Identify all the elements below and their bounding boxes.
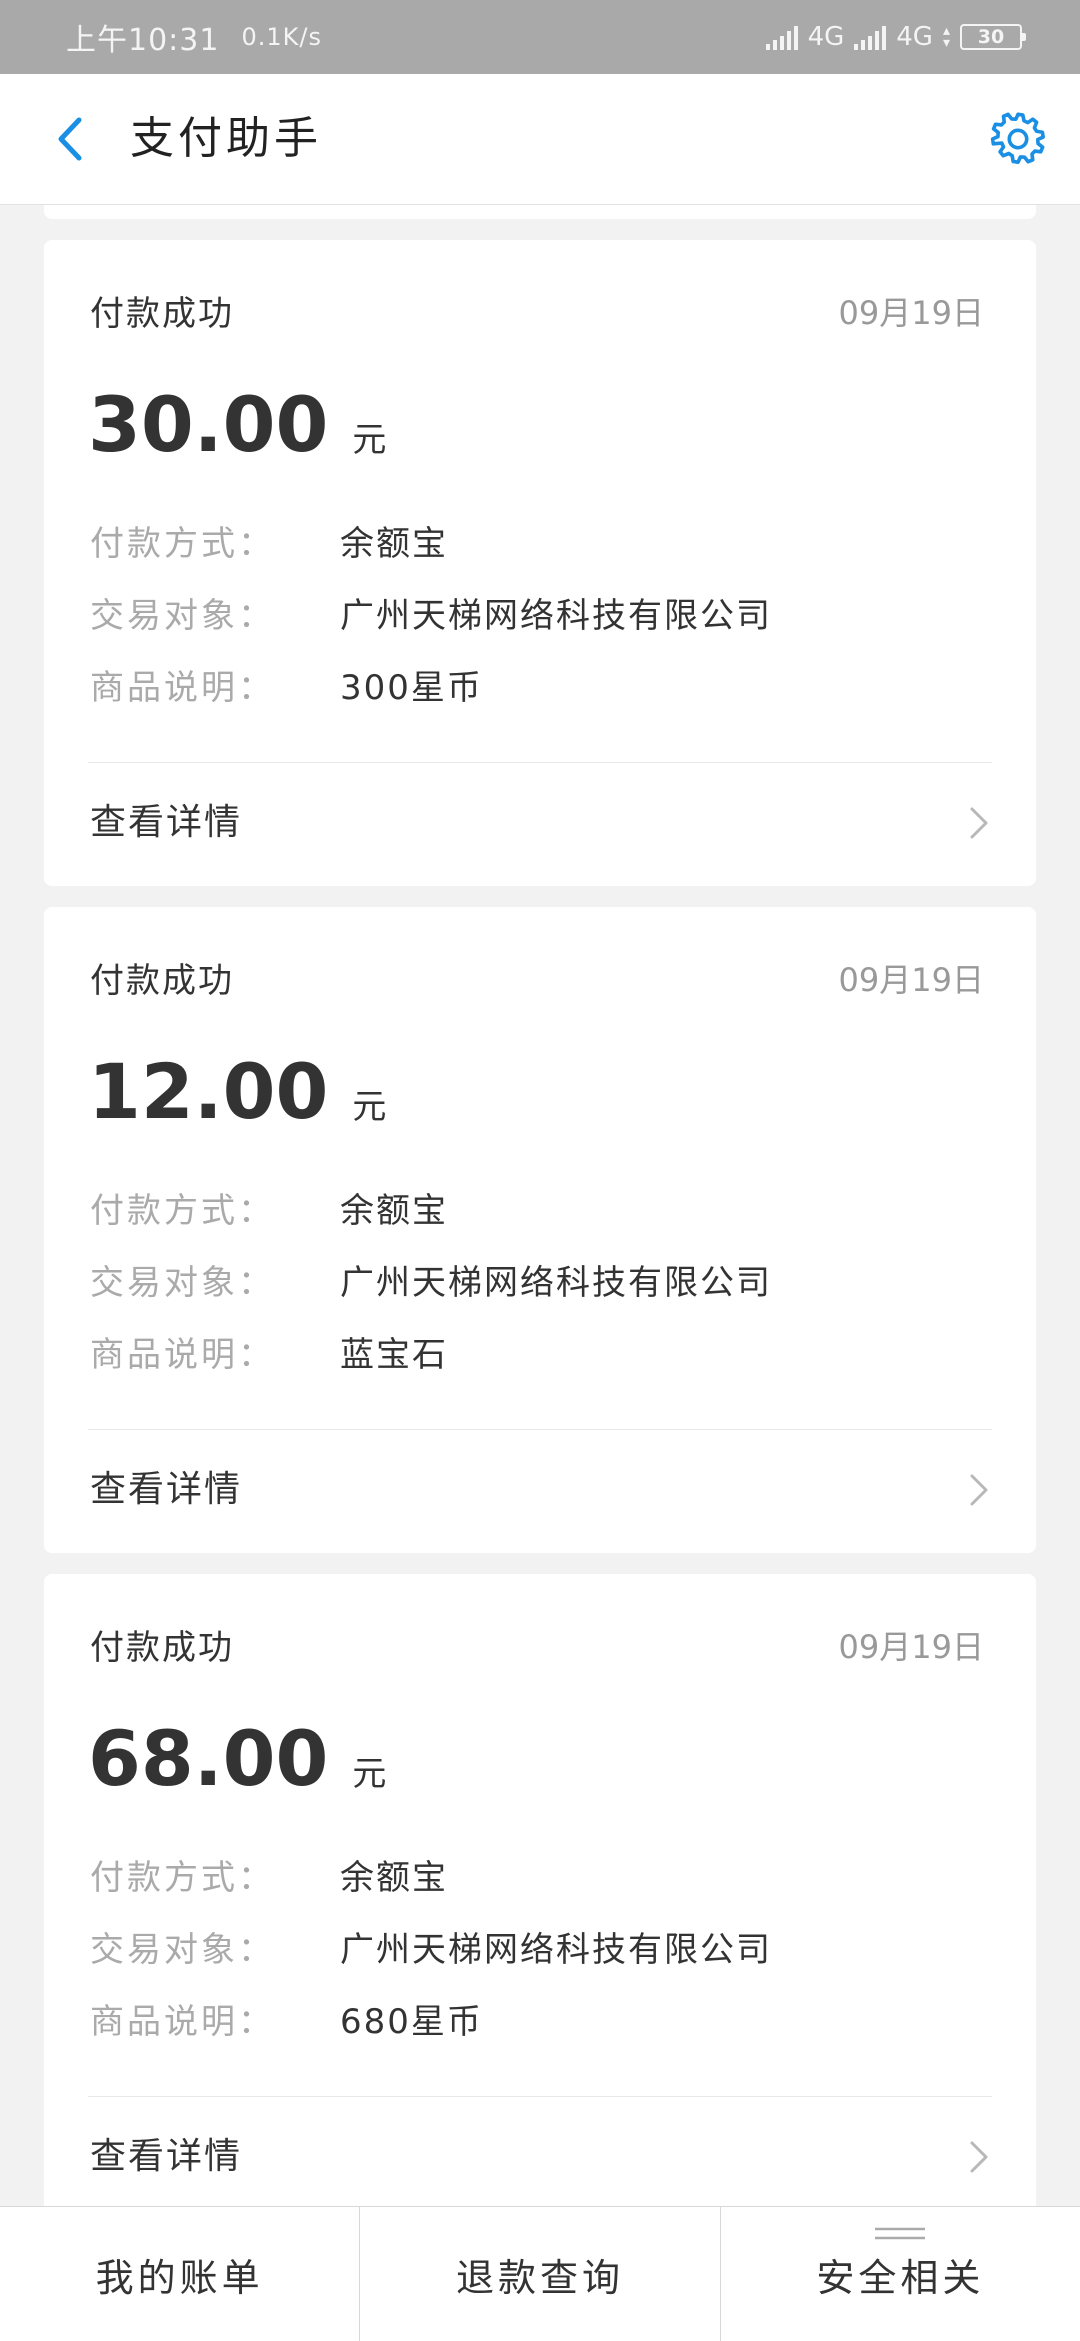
status-bar: 上午10:31 0.1K/s 4G 4G ▴ ▾ 30 [0, 0, 1080, 74]
payment-method-label: 付款方式： [90, 524, 275, 564]
transaction-status: 付款成功 [90, 961, 234, 1001]
counterparty-value: 广州天梯网络科技有限公司 [340, 1263, 772, 1303]
product-value: 300星币 [340, 668, 483, 708]
chevron-left-icon [58, 117, 82, 161]
tab-my-bills[interactable]: 我的账单 [0, 2207, 361, 2341]
gear-icon [990, 112, 1045, 165]
view-details-link[interactable]: 查看详情 [44, 2097, 1036, 2220]
payment-method-row: 付款方式： 余额宝 [90, 1183, 448, 1232]
transaction-status: 付款成功 [90, 1628, 234, 1668]
bottom-tab-bar: 我的账单 退款查询 安全相关 [0, 2206, 1080, 2341]
settings-button[interactable] [986, 107, 1050, 171]
transaction-card: 付款成功 09月19日 68.00 元 付款方式： 余额宝 交易对象： 广州天梯… [44, 1574, 1036, 2220]
counterparty-row: 交易对象： 广州天梯网络科技有限公司 [90, 1255, 772, 1304]
view-details-label: 查看详情 [90, 1469, 243, 1510]
payment-method-value: 余额宝 [340, 524, 448, 564]
counterparty-row: 交易对象： 广州天梯网络科技有限公司 [90, 1922, 772, 1971]
transaction-date: 09月19日 [838, 1628, 984, 1666]
product-label: 商品说明： [90, 2002, 275, 2042]
amount-value: 68.00 [88, 1714, 329, 1803]
transaction-date: 09月19日 [838, 961, 984, 999]
previous-card-edge [44, 205, 1036, 219]
view-details-label: 查看详情 [90, 802, 243, 843]
signal-icon [765, 24, 798, 50]
amount-unit: 元 [352, 1087, 387, 1127]
data-transfer-icon: ▴ ▾ [942, 23, 950, 51]
product-label: 商品说明： [90, 668, 275, 708]
status-network-speed: 0.1K/s [241, 23, 322, 51]
transaction-amount: 12.00 元 [88, 1047, 386, 1136]
tab-label: 我的账单 [95, 2255, 264, 2300]
page-title: 支付助手 [130, 113, 322, 164]
chevron-right-icon [970, 2141, 988, 2173]
tab-label: 安全相关 [816, 2255, 985, 2300]
network-type-1: 4G [807, 22, 845, 52]
transaction-status: 付款成功 [90, 294, 234, 334]
counterparty-value: 广州天梯网络科技有限公司 [340, 1930, 772, 1970]
counterparty-label: 交易对象： [90, 1930, 275, 1970]
amount-value: 12.00 [88, 1047, 329, 1136]
chevron-right-icon [970, 807, 988, 839]
payment-method-row: 付款方式： 余额宝 [90, 516, 448, 565]
counterparty-label: 交易对象： [90, 1263, 275, 1303]
product-label: 商品说明： [90, 1335, 275, 1375]
counterparty-row: 交易对象： 广州天梯网络科技有限公司 [90, 588, 772, 637]
product-row: 商品说明： 300星币 [90, 660, 483, 709]
payment-method-label: 付款方式： [90, 1191, 275, 1231]
battery-icon: 30 [960, 24, 1026, 50]
tab-security[interactable]: 安全相关 [721, 2207, 1080, 2341]
product-row: 商品说明： 蓝宝石 [90, 1327, 448, 1376]
transaction-date: 09月19日 [838, 294, 984, 332]
back-button[interactable] [40, 109, 100, 169]
product-value: 680星币 [340, 2002, 483, 2042]
amount-unit: 元 [352, 1754, 387, 1794]
transaction-amount: 30.00 元 [88, 380, 386, 469]
payment-method-row: 付款方式： 余额宝 [90, 1850, 448, 1899]
product-row: 商品说明： 680星币 [90, 1994, 483, 2043]
payment-method-value: 余额宝 [340, 1858, 448, 1898]
transaction-card: 付款成功 09月19日 12.00 元 付款方式： 余额宝 交易对象： 广州天梯… [44, 907, 1036, 1553]
payment-method-label: 付款方式： [90, 1858, 275, 1898]
menu-icon [875, 2227, 926, 2240]
app-header: 支付助手 [0, 74, 1080, 205]
transaction-card: 付款成功 09月19日 30.00 元 付款方式： 余额宝 交易对象： 广州天梯… [44, 240, 1036, 886]
amount-value: 30.00 [88, 380, 329, 469]
tab-refund-query[interactable]: 退款查询 [360, 2207, 721, 2341]
tab-label: 退款查询 [455, 2255, 624, 2300]
product-value: 蓝宝石 [340, 1335, 448, 1375]
counterparty-label: 交易对象： [90, 596, 275, 636]
signal-icon-2 [854, 24, 887, 50]
status-time: 上午10:31 [66, 23, 220, 58]
transaction-amount: 68.00 元 [88, 1714, 386, 1803]
payment-method-value: 余额宝 [340, 1191, 448, 1231]
chevron-right-icon [970, 1474, 988, 1506]
view-details-label: 查看详情 [90, 2136, 243, 2177]
counterparty-value: 广州天梯网络科技有限公司 [340, 596, 772, 636]
network-type-2: 4G [896, 22, 933, 52]
view-details-link[interactable]: 查看详情 [44, 1430, 1036, 1553]
battery-level: 30 [977, 26, 1005, 48]
amount-unit: 元 [352, 420, 387, 460]
view-details-link[interactable]: 查看详情 [44, 763, 1036, 886]
